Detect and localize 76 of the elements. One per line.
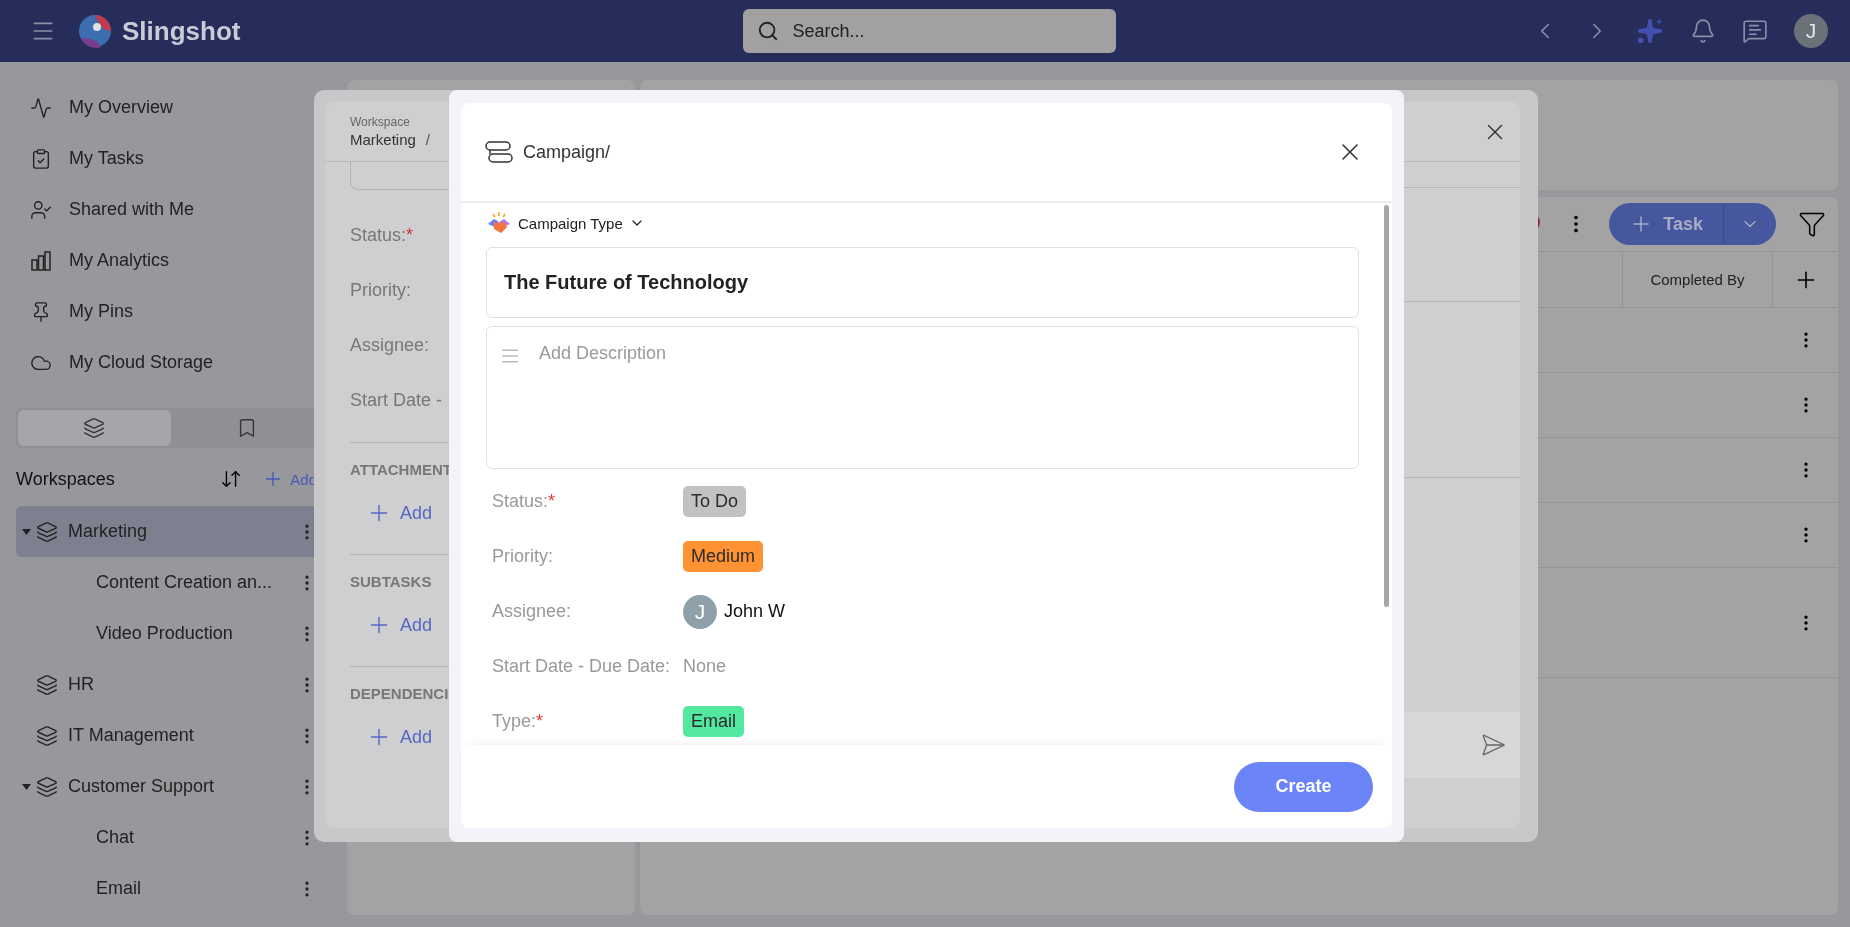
sort-icon[interactable] xyxy=(220,468,243,490)
add-button[interactable]: Add xyxy=(350,486,433,540)
workspace-list[interactable]: Content Creation an... xyxy=(16,557,325,608)
section-title: SUBTASKS xyxy=(350,572,432,592)
breadcrumb-separator: / xyxy=(425,131,431,148)
layers-icon xyxy=(83,417,106,439)
nav-item[interactable]: My Pins xyxy=(16,286,325,337)
caret-icon[interactable] xyxy=(21,783,31,790)
property-label: Assignee: xyxy=(492,601,573,622)
property-tag[interactable]: Email xyxy=(683,706,744,737)
add-button[interactable]: Add xyxy=(350,710,433,764)
nav-item[interactable]: My Analytics xyxy=(16,235,325,286)
send-icon[interactable] xyxy=(1480,732,1506,758)
workspace-label: Marketing xyxy=(68,521,149,542)
clipboard-check-icon xyxy=(30,147,52,170)
nav-item[interactable]: Shared with Me xyxy=(16,184,325,235)
property-label: Status:* xyxy=(492,491,557,512)
property-value[interactable]: None xyxy=(683,656,727,677)
chat-icon[interactable] xyxy=(1742,18,1768,44)
bell-icon[interactable] xyxy=(1690,18,1716,44)
workspace-label: Chat xyxy=(96,827,136,848)
create-button[interactable]: Create xyxy=(1234,761,1373,812)
name-field[interactable]: The Future of Technology xyxy=(486,247,1359,318)
property-label: Start Date - Due Date: xyxy=(492,656,672,677)
field-label: Priority: xyxy=(350,279,411,302)
field-label: Assignee: xyxy=(350,334,430,357)
section-title: DEPENDENCI xyxy=(350,684,449,704)
property-tag[interactable]: To Do xyxy=(683,486,747,517)
filter-icon[interactable] xyxy=(1798,210,1826,238)
layers-icon xyxy=(36,520,58,543)
caret-icon[interactable] xyxy=(21,528,31,535)
scrollbar[interactable] xyxy=(1384,205,1389,607)
nav-item[interactable]: My Cloud Storage xyxy=(16,337,325,388)
stack-icon xyxy=(485,141,513,163)
assignee-avatar: J xyxy=(683,594,717,629)
column-header[interactable]: Completed By xyxy=(1622,252,1772,307)
layers-icon xyxy=(36,724,58,747)
property-label: Type:* xyxy=(492,711,545,732)
workspace-label: Email xyxy=(96,878,142,899)
field-label: Start Date - xyxy=(350,389,443,412)
dialog-title: Campaign/ xyxy=(523,141,612,163)
user-avatar[interactable]: J xyxy=(1794,14,1828,48)
breadcrumb-label: Workspace xyxy=(350,115,411,129)
layers-icon xyxy=(36,775,58,798)
section-title: ATTACHMENT xyxy=(350,460,452,480)
search-field[interactable]: Search... xyxy=(742,9,1116,53)
nav-item[interactable]: My Tasks xyxy=(16,133,325,184)
workspace-list[interactable]: Chat xyxy=(16,812,325,863)
search-icon xyxy=(756,20,779,42)
add-button[interactable]: Add xyxy=(350,598,433,652)
bar-chart-icon xyxy=(30,249,52,272)
description-field[interactable]: Add Description xyxy=(486,326,1359,469)
app-name: Slingshot xyxy=(122,15,241,47)
type-dropdown[interactable]: Campaign Type xyxy=(486,207,645,239)
breadcrumb-link[interactable]: Marketing xyxy=(350,131,416,148)
field-label: Status:* xyxy=(350,224,414,247)
layers-icon xyxy=(36,673,58,696)
workspace-label: Content Creation an... xyxy=(96,572,274,593)
workspace-list[interactable]: Video Production xyxy=(16,608,325,659)
property-tag[interactable]: Medium xyxy=(683,541,764,572)
workspace-list[interactable]: Email xyxy=(16,863,325,914)
handshake-icon xyxy=(486,211,512,235)
nav-item[interactable]: My Overview xyxy=(16,82,325,133)
workspaces-heading: Workspaces xyxy=(16,468,116,490)
workspace-label: Customer Support xyxy=(68,776,216,797)
workspace[interactable]: IT Management xyxy=(16,710,325,761)
logo-icon xyxy=(78,14,112,48)
workspace-label: IT Management xyxy=(68,725,195,746)
user-check-icon xyxy=(30,198,52,221)
workspace[interactable]: HR xyxy=(16,659,325,710)
activity-icon xyxy=(30,96,52,119)
property-label: Priority: xyxy=(492,546,554,567)
workspace-label: Video Production xyxy=(96,623,234,644)
workspace-label: HR xyxy=(68,674,95,695)
workspace[interactable]: Customer Support xyxy=(16,761,325,812)
assignee-name[interactable]: John W xyxy=(724,601,786,622)
